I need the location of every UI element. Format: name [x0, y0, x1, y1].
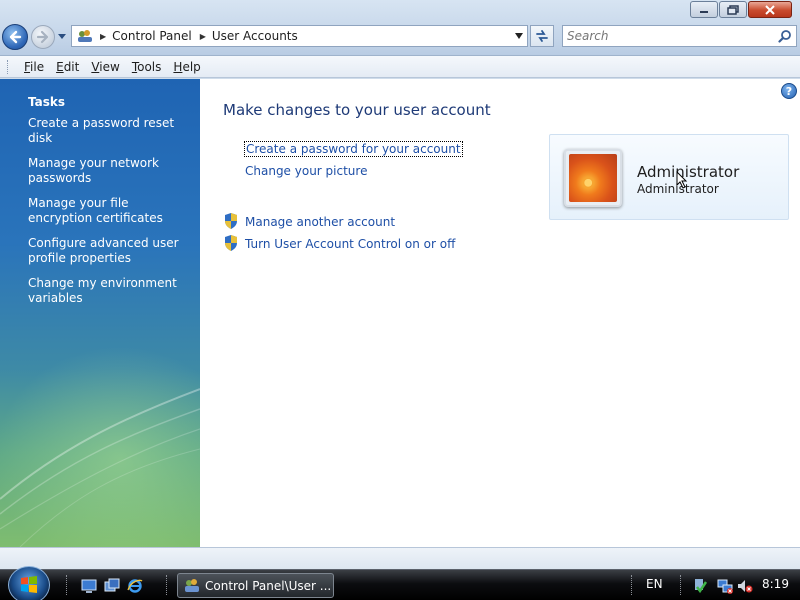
- address-bar[interactable]: ▶ Control Panel ▶ User Accounts: [71, 25, 528, 47]
- breadcrumb-separator-icon: ▶: [100, 31, 107, 41]
- breadcrumb-user-accounts[interactable]: User Accounts: [212, 29, 298, 43]
- menu-tools[interactable]: Tools: [126, 60, 168, 74]
- uac-shield-icon: [225, 213, 237, 229]
- help-icon[interactable]: ?: [781, 83, 797, 99]
- user-avatar: [564, 149, 622, 207]
- task-create-password-reset-disk[interactable]: Create a password reset disk: [28, 116, 190, 146]
- control-panel-icon: [185, 578, 199, 592]
- search-box: [562, 25, 797, 47]
- close-icon: [765, 4, 775, 15]
- taskbar-grip: [680, 575, 683, 595]
- address-dropdown-icon[interactable]: [515, 33, 523, 39]
- back-button[interactable]: [2, 24, 28, 50]
- clock[interactable]: 8:19: [762, 577, 789, 591]
- taskbar-grip: [66, 575, 69, 595]
- network-icon[interactable]: [717, 578, 733, 594]
- menu-edit-mnemonic: E: [56, 59, 64, 74]
- menu-file-label: ile: [30, 59, 45, 74]
- flower-picture: [569, 154, 617, 202]
- recent-pages-dropdown[interactable]: [57, 31, 67, 41]
- restore-icon: [727, 4, 739, 15]
- manage-another-account-link[interactable]: Manage another account: [245, 215, 395, 229]
- menu-edit-label: dit: [63, 59, 80, 74]
- close-button[interactable]: [748, 1, 792, 18]
- tasks-heading: Tasks: [28, 95, 66, 109]
- internet-explorer-icon[interactable]: [127, 578, 143, 594]
- taskbar-grip: [631, 575, 634, 595]
- task-manage-network-passwords[interactable]: Manage your network passwords: [28, 156, 190, 186]
- breadcrumb-separator-icon: ▶: [199, 31, 206, 41]
- menu-edit[interactable]: Edit: [50, 60, 85, 74]
- menu-help[interactable]: Help: [167, 60, 206, 74]
- search-icon[interactable]: [778, 29, 792, 43]
- menu-view-label: iew: [99, 59, 120, 74]
- forward-button[interactable]: [31, 25, 55, 49]
- security-center-icon[interactable]: [692, 578, 708, 594]
- main-content: ? Make changes to your user account Crea…: [200, 79, 800, 547]
- change-picture-link[interactable]: Change your picture: [245, 164, 367, 178]
- minimize-icon: [700, 10, 708, 13]
- tasks-sidebar: Tasks Create a password reset disk Manag…: [0, 79, 200, 547]
- task-configure-advanced-profile[interactable]: Configure advanced user profile properti…: [28, 236, 190, 266]
- breadcrumb-control-panel[interactable]: Control Panel: [112, 29, 192, 43]
- taskbar: Control Panel\User ... EN 8:19: [0, 566, 800, 600]
- taskbar-control-panel-button[interactable]: Control Panel\User ...: [177, 573, 334, 598]
- task-manage-file-encryption-certificates[interactable]: Manage your file encryption certificates: [28, 196, 190, 226]
- navigation-bar: ▶ Control Panel ▶ User Accounts: [0, 0, 800, 56]
- account-name: Administrator: [637, 163, 740, 181]
- maximize-button[interactable]: [719, 1, 747, 18]
- menu-file[interactable]: File: [18, 60, 50, 74]
- page-title: Make changes to your user account: [223, 101, 491, 119]
- create-password-link[interactable]: Create a password for your account: [244, 141, 463, 157]
- task-change-environment-variables[interactable]: Change my environment variables: [28, 276, 190, 306]
- windows-logo-icon: [21, 576, 37, 593]
- volume-muted-icon[interactable]: [737, 578, 753, 594]
- taskbar-grip: [166, 575, 169, 595]
- sidebar-decoration: [0, 388, 200, 547]
- arrow-left-icon: [9, 30, 22, 44]
- taskbar-task-label: Control Panel\User ...: [205, 578, 332, 593]
- menu-tools-label: ools: [137, 59, 162, 74]
- menu-grip: [7, 59, 10, 74]
- menu-bar: File Edit View Tools Help: [0, 56, 800, 78]
- switch-windows-icon[interactable]: [104, 578, 120, 594]
- start-button[interactable]: [8, 566, 50, 600]
- menu-help-label: elp: [182, 59, 201, 74]
- control-panel-icon: [78, 30, 92, 42]
- mouse-cursor-icon: [676, 171, 688, 189]
- window-bottom-border: [0, 547, 800, 569]
- uac-shield-icon: [225, 235, 237, 251]
- language-indicator[interactable]: EN: [646, 577, 663, 591]
- refresh-button[interactable]: [530, 25, 554, 47]
- minimize-button[interactable]: [690, 1, 718, 18]
- window-controls: [690, 1, 792, 18]
- toggle-uac-link[interactable]: Turn User Account Control on or off: [245, 237, 455, 251]
- search-input[interactable]: [567, 26, 767, 46]
- arrow-right-icon: [36, 30, 49, 44]
- refresh-icon: [536, 30, 548, 42]
- menu-view[interactable]: View: [85, 60, 125, 74]
- account-card: Administrator Administrator: [549, 134, 789, 220]
- show-desktop-icon[interactable]: [81, 578, 97, 594]
